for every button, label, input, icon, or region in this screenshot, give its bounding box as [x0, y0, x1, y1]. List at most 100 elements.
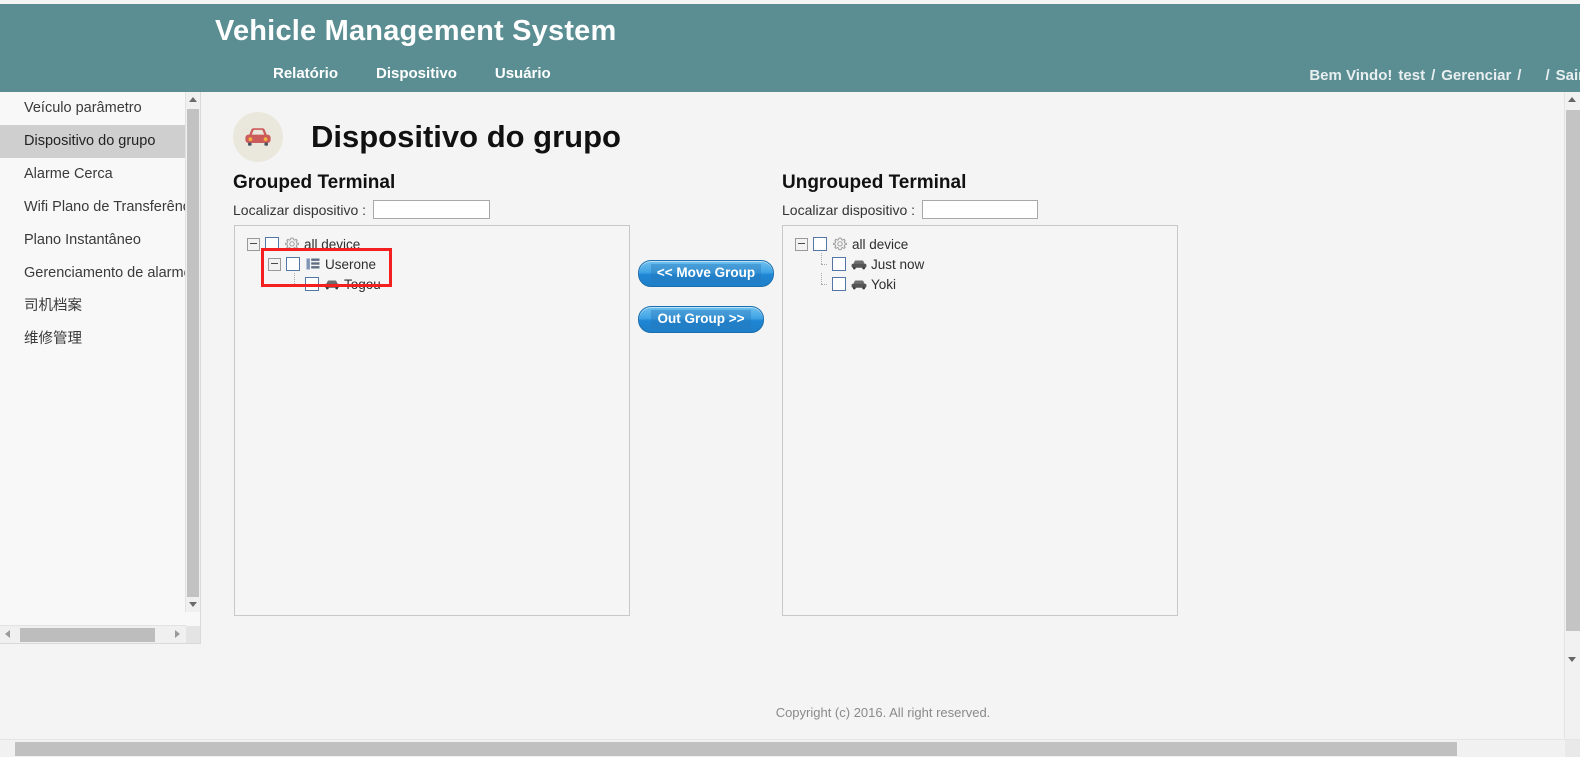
sidebar-scroll-left-button[interactable]	[0, 626, 17, 643]
chevron-right-icon	[175, 630, 180, 638]
tree-node-togou[interactable]: Togou	[247, 272, 629, 294]
car-icon	[851, 277, 867, 291]
tree-node-all-device[interactable]: all device	[247, 234, 629, 254]
out-group-button-label: Out Group >>	[651, 310, 751, 329]
chevron-left-icon	[5, 630, 10, 638]
tree-checkbox[interactable]	[305, 277, 319, 291]
welcome-username[interactable]: test	[1398, 67, 1425, 84]
page-horizontal-scroll-thumb[interactable]	[15, 742, 1457, 756]
sidebar-item-gerenciamento-de-alarme[interactable]: Gerenciamento de alarme	[0, 257, 186, 290]
grouped-terminal-tree-panel: all device Userone Togou	[234, 225, 630, 616]
welcome-separator-2: /	[1517, 67, 1522, 84]
sidebar-item-alarme-cerca[interactable]: Alarme Cerca	[0, 158, 186, 191]
tree-node-yoki[interactable]: Yoki	[795, 272, 1177, 294]
gear-icon	[284, 237, 300, 251]
logout-link[interactable]: Sair	[1556, 67, 1580, 84]
nav-item-dispositivo[interactable]: Dispositivo	[376, 65, 457, 82]
page-title: Dispositivo do grupo	[311, 119, 621, 154]
sidebar-horizontal-scrollbar[interactable]	[0, 625, 186, 643]
main-content: Dispositivo do grupo Grouped Terminal Lo…	[201, 92, 1565, 677]
sidebar-item-wifi-plano-de-transferencia[interactable]: Wifi Plano de Transferênc	[0, 191, 186, 224]
car-icon	[324, 277, 340, 291]
collapse-toggle-icon[interactable]	[795, 237, 808, 251]
tree-checkbox[interactable]	[832, 257, 846, 271]
tree-node-all-device[interactable]: all device	[795, 234, 1177, 254]
sidebar: Veículo parâmetro Dispositivo do grupo A…	[0, 92, 201, 644]
nav-item-usuario[interactable]: Usuário	[495, 65, 551, 82]
collapse-toggle-icon[interactable]	[268, 257, 281, 271]
page-scroll-left-button[interactable]	[0, 740, 14, 757]
chevron-up-icon	[189, 97, 197, 102]
page-scroll-corner	[1565, 740, 1580, 757]
welcome-separator-1: /	[1431, 67, 1436, 84]
footer: Copyright (c) 2016. All right reserved.	[201, 677, 1565, 739]
tree-node-label[interactable]: all device	[303, 237, 360, 252]
move-group-button[interactable]: << Move Group	[638, 260, 774, 287]
sidebar-scroll-down-button[interactable]	[186, 597, 200, 612]
app-header: Vehicle Management System Relatório Disp…	[0, 4, 1580, 92]
welcome-greeting: Bem Vindo!	[1309, 67, 1393, 84]
tree-node-label[interactable]: all device	[851, 237, 908, 252]
sidebar-item-dispositivo-do-grupo[interactable]: Dispositivo do grupo	[0, 125, 186, 158]
nav-item-relatorio[interactable]: Relatório	[273, 65, 338, 82]
page-vertical-scroll-thumb[interactable]	[1566, 110, 1580, 631]
tree-node-label[interactable]: Userone	[324, 257, 376, 272]
page-scroll-up-button[interactable]	[1565, 92, 1580, 108]
grouped-find-label: Localizar dispositivo :	[233, 201, 367, 218]
chevron-up-icon	[1568, 97, 1576, 102]
page-vertical-scrollbar[interactable]	[1564, 92, 1580, 740]
page-horizontal-scrollbar[interactable]	[0, 739, 1580, 757]
app-title: Vehicle Management System	[215, 15, 617, 47]
move-group-button-label: << Move Group	[650, 264, 762, 283]
tree-checkbox[interactable]	[265, 237, 279, 251]
out-group-button[interactable]: Out Group >>	[638, 306, 764, 333]
sidebar-list: Veículo parâmetro Dispositivo do grupo A…	[0, 92, 186, 612]
sidebar-horizontal-scroll-thumb[interactable]	[20, 628, 155, 642]
sidebar-item-driver-file[interactable]: 司机档案	[0, 290, 186, 323]
tree-connector-icon	[816, 272, 827, 290]
welcome-bar: Bem Vindo! test / Gerenciar / / Sair	[1309, 67, 1580, 84]
tree-checkbox[interactable]	[813, 237, 827, 251]
grouped-find-input[interactable]	[373, 200, 491, 219]
sidebar-item-maintenance-management[interactable]: 维修管理	[0, 323, 186, 356]
sidebar-scroll-corner	[186, 626, 200, 643]
tree-checkbox[interactable]	[832, 277, 846, 291]
tree-node-label[interactable]: Togou	[343, 277, 381, 292]
ungrouped-find-row: Localizar dispositivo :	[782, 200, 1039, 219]
tree-node-userone[interactable]: Userone	[247, 254, 629, 274]
gear-icon	[832, 237, 848, 251]
car-icon	[851, 257, 867, 271]
sidebar-scroll-right-button[interactable]	[169, 626, 186, 643]
ungrouped-tree: all device Just now Yoki	[783, 226, 1177, 294]
ungrouped-find-input[interactable]	[922, 200, 1039, 219]
collapse-toggle-icon[interactable]	[247, 237, 260, 251]
group-list-icon	[305, 257, 321, 271]
page-scroll-down-button[interactable]	[1565, 652, 1580, 668]
tree-node-label[interactable]: Yoki	[870, 277, 896, 292]
manage-link[interactable]: Gerenciar	[1441, 67, 1511, 84]
grouped-tree: all device Userone Togou	[235, 226, 629, 294]
sidebar-scroll-up-button[interactable]	[186, 92, 200, 107]
tree-checkbox[interactable]	[286, 257, 300, 271]
page-root: Vehicle Management System Relatório Disp…	[0, 0, 1580, 757]
grouped-terminal-heading: Grouped Terminal	[233, 172, 396, 193]
ungrouped-find-label: Localizar dispositivo :	[782, 201, 916, 218]
grouped-find-row: Localizar dispositivo :	[233, 200, 491, 219]
ungrouped-terminal-tree-panel: all device Just now Yoki	[782, 225, 1178, 616]
chevron-down-icon	[189, 602, 197, 607]
tree-connector-icon	[816, 252, 827, 270]
sidebar-vertical-scroll-thumb[interactable]	[187, 109, 199, 599]
welcome-separator-3: /	[1545, 67, 1550, 84]
main-nav: Relatório Dispositivo Usuário	[273, 65, 551, 82]
transfer-button-group: << Move Group Out Group >>	[638, 260, 778, 333]
car-icon	[233, 112, 283, 162]
chevron-down-icon	[1568, 657, 1576, 662]
ungrouped-terminal-heading: Ungrouped Terminal	[782, 172, 967, 193]
sidebar-vertical-scrollbar[interactable]	[185, 92, 200, 612]
sidebar-item-plano-instantaneo[interactable]: Plano Instantâneo	[0, 224, 186, 257]
tree-node-just-now[interactable]: Just now	[795, 252, 1177, 274]
tree-connector-icon	[289, 272, 300, 290]
copyright-text: Copyright (c) 2016. All right reserved.	[775, 705, 991, 720]
tree-node-label[interactable]: Just now	[870, 257, 924, 272]
sidebar-item-veiculo-parametro[interactable]: Veículo parâmetro	[0, 92, 186, 125]
